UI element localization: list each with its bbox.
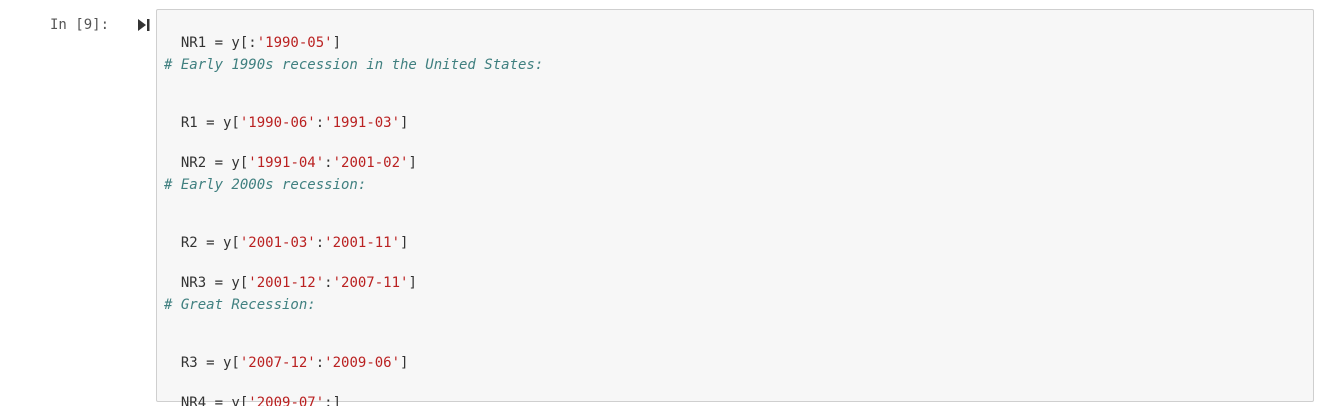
code-line-r2[interactable]: R2 = y['2001-03':'2001-11'] xyxy=(164,216,409,252)
code-text: : xyxy=(315,355,325,371)
string-literal: '1991-03' xyxy=(324,115,401,131)
run-cell-icon[interactable] xyxy=(137,17,151,33)
code-line-nr2[interactable]: NR2 = y['1991-04':'2001-02'] xyxy=(164,136,417,172)
comment-line[interactable]: # Early 1990s recession in the United St… xyxy=(164,56,543,74)
code-text: ] xyxy=(400,115,409,131)
code-text: ] xyxy=(400,235,409,251)
code-text: : xyxy=(324,155,333,171)
string-literal: '2007-11' xyxy=(332,275,409,291)
string-literal: '2001-11' xyxy=(324,235,401,251)
comment-line[interactable]: # Early 2000s recession: xyxy=(164,176,366,194)
code-line-r1[interactable]: R1 = y['1990-06':'1991-03'] xyxy=(164,96,409,132)
code-text: NR1 = y[: xyxy=(180,35,257,51)
code-text: ] xyxy=(408,275,417,291)
string-literal: '2007-12' xyxy=(239,355,316,371)
code-text: : xyxy=(315,115,325,131)
code-text: NR3 = y[ xyxy=(180,275,249,291)
code-text: : xyxy=(324,395,333,406)
cell-prompt: In [9]: xyxy=(50,17,110,33)
comment-line[interactable]: # Great Recession: xyxy=(164,296,316,314)
code-text: ] xyxy=(332,35,342,51)
code-text: R1 = y[ xyxy=(180,115,240,131)
code-text: R3 = y[ xyxy=(180,355,240,371)
string-literal: '1990-06' xyxy=(239,115,316,131)
code-text: ] xyxy=(400,355,409,371)
code-line-r3[interactable]: R3 = y['2007-12':'2009-06'] xyxy=(164,336,409,372)
string-literal: '1991-04' xyxy=(248,155,325,171)
code-text: ] xyxy=(332,395,342,406)
code-text: R2 = y[ xyxy=(180,235,240,251)
string-literal: '2001-12' xyxy=(248,275,325,291)
string-literal: '2001-03' xyxy=(239,235,316,251)
string-literal: '1990-05' xyxy=(256,35,333,51)
string-literal: '2001-02' xyxy=(332,155,409,171)
code-line-nr1[interactable]: NR1 = y[:'1990-05'] xyxy=(164,16,341,52)
code-text: : xyxy=(315,235,325,251)
code-line-nr4[interactable]: NR4 = y['2009-07':] xyxy=(164,376,341,406)
code-text: : xyxy=(324,275,333,291)
code-text: NR2 = y[ xyxy=(180,155,249,171)
code-text: NR4 = y[ xyxy=(180,395,249,406)
string-literal: '2009-06' xyxy=(324,355,401,371)
string-literal: '2009-07' xyxy=(248,395,325,406)
code-line-nr3[interactable]: NR3 = y['2001-12':'2007-11'] xyxy=(164,256,417,292)
code-text: ] xyxy=(408,155,417,171)
